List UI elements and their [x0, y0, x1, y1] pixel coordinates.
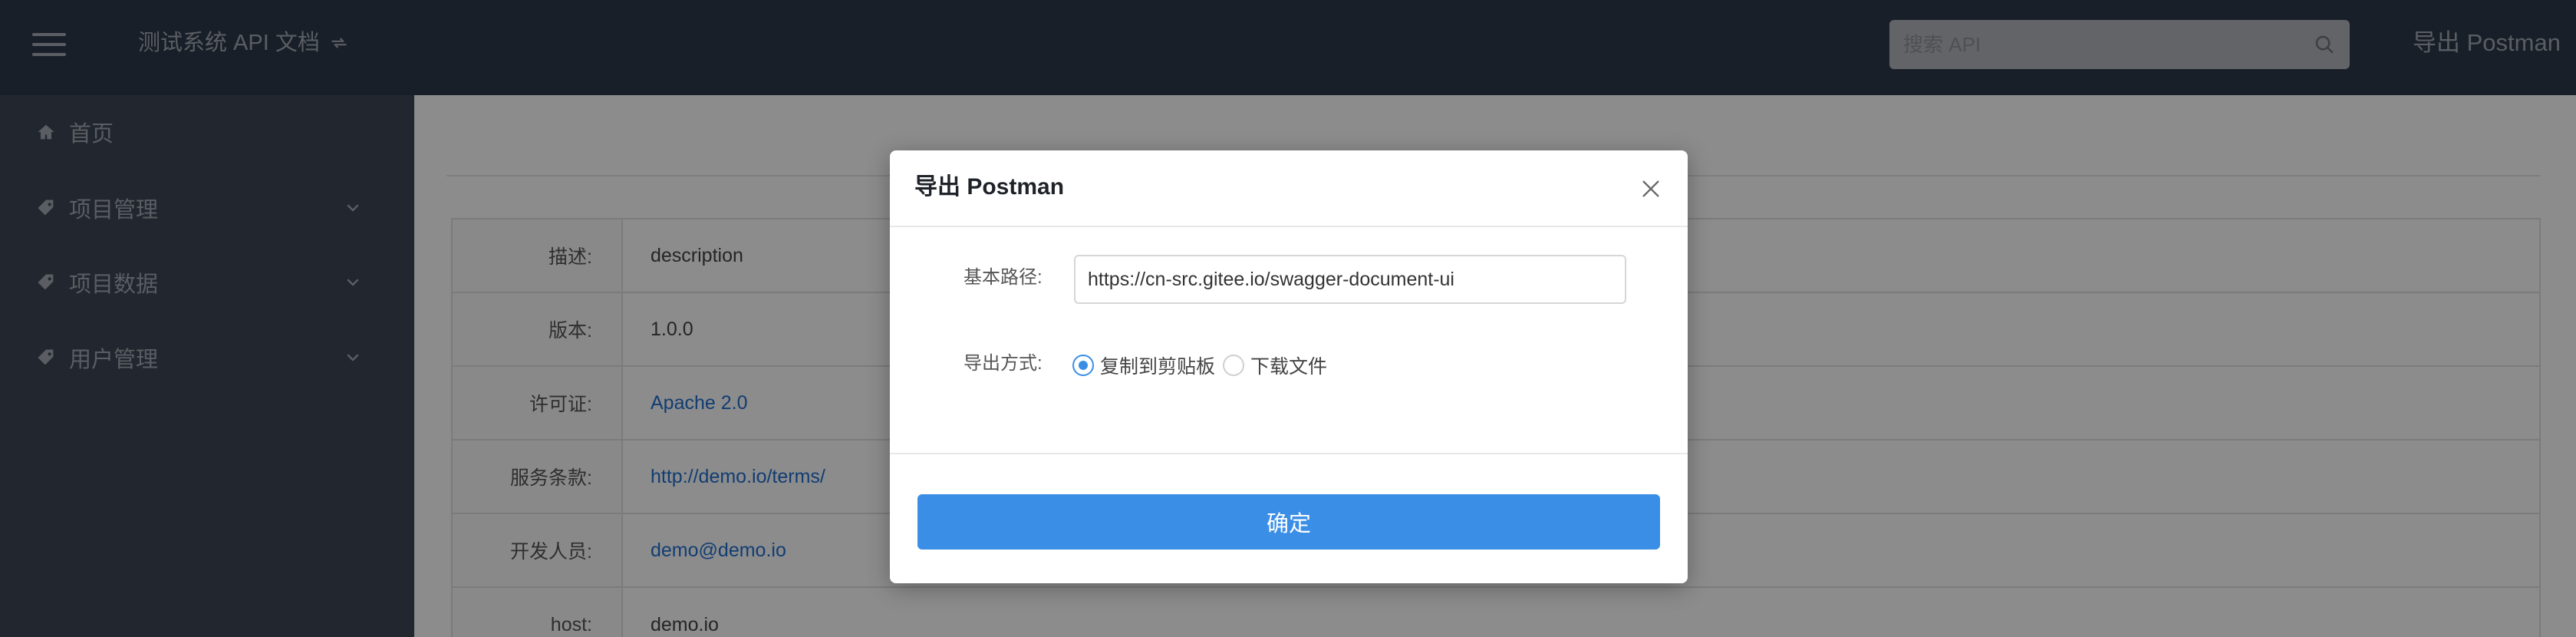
radio-download-file[interactable]: 下载文件	[1223, 352, 1327, 379]
dialog-divider	[890, 453, 1688, 454]
radio-checked-icon	[1072, 355, 1094, 376]
dialog-header: 导出 Postman	[890, 150, 1688, 227]
base-path-input[interactable]	[1074, 255, 1626, 304]
radio-unchecked-icon	[1223, 355, 1244, 376]
base-path-label: 基本路径:	[964, 267, 1043, 288]
radio-label: 复制到剪贴板	[1100, 356, 1216, 378]
radio-copy-to-clipboard[interactable]: 复制到剪贴板	[1072, 352, 1215, 379]
dialog-title: 导出 Postman	[914, 174, 1065, 200]
export-mode-label: 导出方式:	[964, 353, 1043, 374]
export-postman-dialog: 导出 Postman 基本路径: 导出方式: 复制到剪贴板 下载文件 确定	[890, 150, 1688, 583]
radio-label: 下载文件	[1250, 356, 1328, 378]
close-icon[interactable]	[1640, 178, 1662, 200]
confirm-button[interactable]: 确定	[917, 494, 1660, 550]
